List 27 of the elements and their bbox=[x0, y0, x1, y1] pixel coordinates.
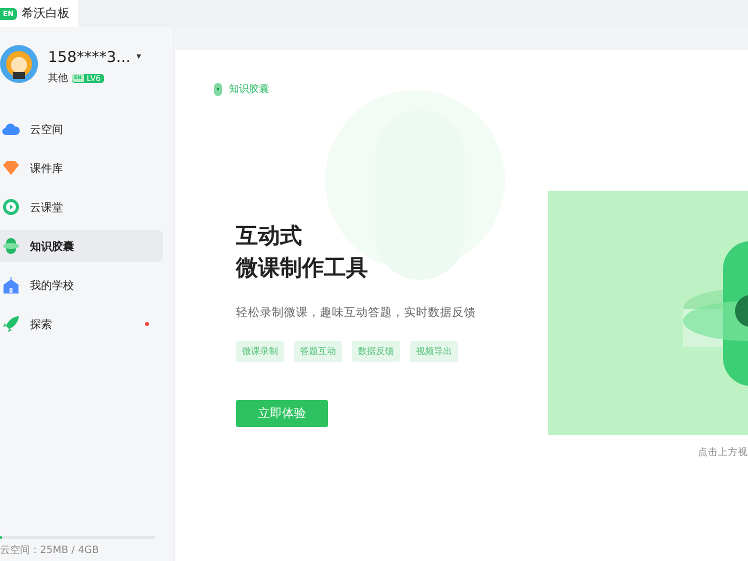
window-title: 希沃白板 bbox=[22, 5, 70, 22]
storage-text: 云空间：25MB / 4GB bbox=[0, 544, 100, 558]
user-role: 其他 bbox=[48, 72, 68, 85]
nav-item[interactable]: 云课堂 bbox=[0, 191, 163, 223]
nav-item[interactable]: 课件库 bbox=[0, 152, 163, 184]
feature-tag: 视频导出 bbox=[410, 341, 458, 362]
feature-tag: 答题互动 bbox=[294, 341, 342, 362]
school-icon bbox=[2, 276, 20, 294]
video-caption: 点击上方视 bbox=[698, 446, 748, 459]
nav-item[interactable]: 云空间 bbox=[0, 113, 163, 145]
hero-title: 微课制作工具 bbox=[236, 255, 369, 283]
gem-icon bbox=[2, 160, 20, 176]
cloud-icon bbox=[2, 121, 20, 137]
capsule-icon bbox=[213, 82, 223, 96]
feature-tag: 数据反馈 bbox=[352, 341, 400, 362]
nav-item[interactable]: 知识胶囊 bbox=[0, 230, 163, 262]
avatar[interactable] bbox=[0, 45, 38, 83]
caret-icon[interactable]: ▾ bbox=[136, 52, 142, 62]
rocket-icon bbox=[2, 315, 20, 333]
hero-title: 互动式 bbox=[236, 223, 303, 251]
section-label: 知识胶囊 bbox=[229, 82, 269, 96]
hero-subtitle: 轻松录制微课，趣味互动答题，实时数据反馈 bbox=[236, 305, 477, 320]
capsule-icon bbox=[2, 237, 20, 255]
feature-tag: 微课录制 bbox=[236, 341, 284, 362]
nav-item[interactable]: 我的学校 bbox=[0, 269, 163, 301]
nav-item[interactable]: 探索 bbox=[0, 308, 163, 340]
user-name[interactable]: 158****3... bbox=[48, 48, 130, 66]
